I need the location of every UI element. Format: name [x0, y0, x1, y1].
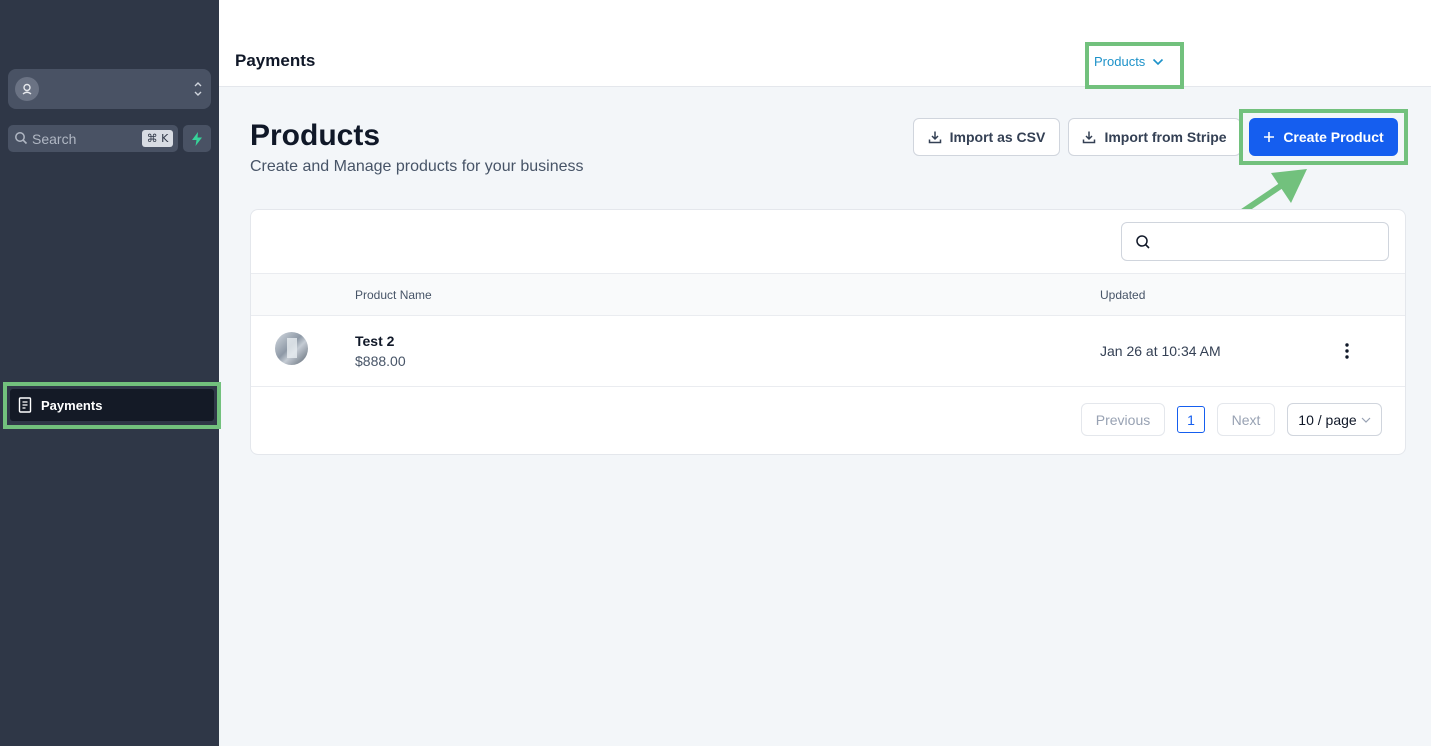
products-table-card: Product Name Updated Test 2 $888.00 Jan …: [250, 209, 1406, 455]
account-avatar-icon: [15, 77, 39, 101]
column-header-updated: Updated: [1100, 288, 1146, 302]
page-size-select[interactable]: 10 / page: [1287, 403, 1382, 436]
account-switcher[interactable]: [8, 69, 211, 109]
highlight-box-create-product: [1239, 109, 1408, 165]
sidebar: Search ⌘ K Payments: [0, 0, 219, 746]
search-icon: [15, 132, 28, 145]
chevron-down-icon: [1361, 417, 1371, 423]
product-thumbnail: [275, 332, 308, 365]
import-csv-label: Import as CSV: [949, 129, 1046, 145]
product-updated: Jan 26 at 10:34 AM: [1100, 343, 1221, 359]
top-header: Payments Products: [219, 0, 1431, 89]
product-price: $888.00: [355, 353, 406, 369]
table-header: Product Name Updated: [251, 273, 1405, 316]
highlight-box-products-tab: [1085, 42, 1184, 89]
row-actions-menu-icon[interactable]: [1340, 340, 1354, 362]
sidebar-search[interactable]: Search ⌘ K: [8, 125, 178, 152]
page-size-value: 10 / page: [1298, 411, 1357, 428]
quick-actions-button[interactable]: [183, 125, 211, 152]
header-title: Payments: [235, 51, 316, 70]
download-icon: [928, 131, 941, 144]
page-title: Products: [250, 119, 381, 152]
sidebar-search-label: Search: [32, 131, 77, 147]
lightning-icon: [192, 131, 202, 146]
pagination-page-1[interactable]: 1: [1177, 406, 1205, 433]
pagination-previous-button[interactable]: Previous: [1081, 403, 1165, 436]
chevron-up-down-icon: [194, 82, 202, 96]
import-csv-button[interactable]: Import as CSV: [913, 118, 1060, 156]
import-stripe-label: Import from Stripe: [1104, 129, 1227, 145]
product-search-input[interactable]: [1121, 222, 1389, 261]
import-stripe-button[interactable]: Import from Stripe: [1068, 118, 1241, 156]
highlight-box-payments: [3, 382, 221, 429]
search-shortcut-badge: ⌘ K: [142, 130, 173, 147]
search-icon: [1136, 235, 1150, 249]
table-row[interactable]: Test 2 $888.00 Jan 26 at 10:34 AM: [251, 316, 1405, 387]
column-header-product-name: Product Name: [355, 288, 432, 302]
product-name: Test 2: [355, 333, 395, 349]
pagination-next-button[interactable]: Next: [1217, 403, 1275, 436]
download-icon: [1083, 131, 1096, 144]
page-subtitle: Create and Manage products for your busi…: [250, 158, 584, 175]
